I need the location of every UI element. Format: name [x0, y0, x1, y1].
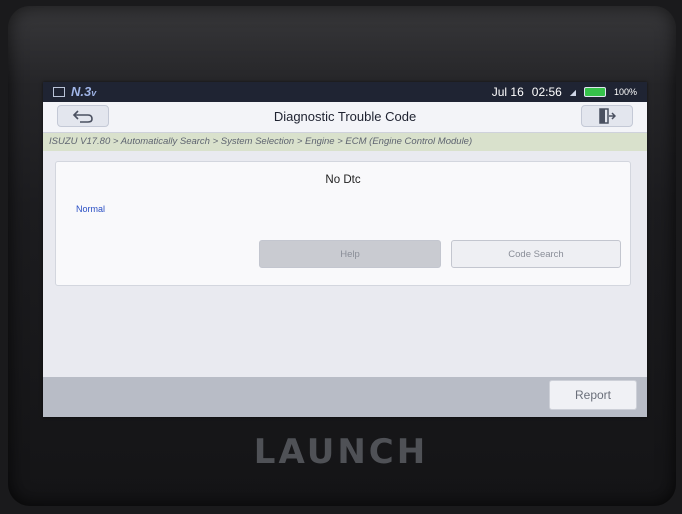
brand-label: N.3v [71, 84, 97, 99]
dtc-result-text: No Dtc [325, 174, 361, 186]
device-logo: LAUNCH [253, 432, 429, 472]
battery-icon [583, 87, 606, 97]
code-search-button[interactable]: Code Search [451, 240, 621, 268]
status-bar: N.3v Jul 16 02:56 ◢ 100% [43, 82, 647, 102]
exit-icon [599, 108, 616, 124]
dtc-result-panel: No Dtc Normal Help Code Search [55, 161, 631, 286]
notification-icon [53, 86, 65, 97]
wifi-icon: ◢ [569, 87, 576, 97]
battery-label: 100% [613, 87, 637, 97]
report-button[interactable]: Report [549, 380, 637, 410]
time-label: 02:56 [531, 85, 562, 99]
bottom-bar: Report [43, 377, 647, 417]
status-bar-right: Jul 16 02:56 ◢ 100% [492, 85, 637, 99]
status-bar-left: N.3v [53, 84, 96, 99]
help-button[interactable]: Help [259, 240, 441, 268]
date-label: Jul 16 [491, 85, 524, 99]
title-bar: Diagnostic Trouble Code [43, 102, 647, 133]
system-status-text: Normal [76, 204, 106, 214]
tablet-screen: N.3v Jul 16 02:56 ◢ 100% Diagnostic Trou… [43, 82, 647, 417]
page-title: Diagnostic Trouble Code [273, 109, 417, 124]
exit-button[interactable] [581, 105, 633, 127]
breadcrumb: ISUZU V17.80 > Automatically Search > Sy… [43, 133, 647, 151]
